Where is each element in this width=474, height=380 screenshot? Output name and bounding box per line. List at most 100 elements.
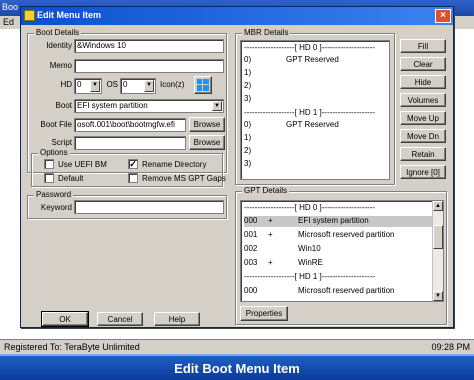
table-row[interactable]: 002 Win10 bbox=[244, 244, 321, 255]
gpt-list[interactable]: -------------------[ HD 0 ]-------------… bbox=[240, 200, 444, 302]
mbr-row-num: 1) bbox=[244, 133, 252, 142]
fill-button[interactable]: Fill bbox=[400, 39, 446, 53]
boot-file-browse-button[interactable]: Browse bbox=[189, 117, 225, 132]
dialog-title-bar[interactable]: Edit Menu Item × bbox=[21, 7, 453, 25]
memo-label: Memo bbox=[49, 61, 72, 70]
mbr-row-num: 0) bbox=[244, 120, 252, 129]
rename-directory-box[interactable]: ✓ bbox=[128, 159, 138, 169]
rename-directory-checkbox[interactable]: ✓ Rename Directory bbox=[128, 159, 206, 169]
mbr-row-num: 1) bbox=[244, 68, 252, 77]
memo-input[interactable] bbox=[74, 59, 224, 73]
remove-ms-gpt-gaps-checkbox[interactable]: Remove MS GPT Gaps bbox=[128, 173, 226, 183]
table-row[interactable]: 003 + WinRE bbox=[244, 258, 323, 269]
windows-icon-button[interactable] bbox=[194, 76, 212, 94]
mbr-row-name: GPT Reserved bbox=[286, 55, 339, 64]
close-icon[interactable]: × bbox=[435, 9, 451, 23]
chevron-down-icon[interactable]: ▼ bbox=[144, 80, 154, 92]
gpt-row-num: 000 bbox=[244, 216, 258, 225]
boot-file-label: Boot File bbox=[40, 120, 72, 129]
gpt-details-group: GPT Details -------------------[ HD 0 ]-… bbox=[235, 186, 447, 325]
list-item[interactable]: 2) bbox=[244, 146, 251, 157]
password-group: Password Keyword bbox=[27, 190, 227, 219]
status-clock: 09:28 PM bbox=[431, 342, 470, 352]
gpt-row-num: 003 bbox=[244, 258, 258, 267]
remove-ms-gpt-gaps-box[interactable] bbox=[128, 173, 138, 183]
mbr-row-num: 0) bbox=[244, 55, 252, 64]
os-value: 0 bbox=[123, 80, 128, 89]
use-uefi-bm-box[interactable] bbox=[44, 159, 54, 169]
move-up-button[interactable]: Move Up bbox=[400, 111, 446, 125]
hide-button[interactable]: Hide bbox=[400, 75, 446, 89]
mbr-row-name: GPT Reserved bbox=[286, 120, 339, 129]
boot-select[interactable]: EFI system partition ▼ bbox=[74, 99, 224, 113]
script-browse-button[interactable]: Browse bbox=[189, 135, 225, 150]
use-uefi-bm-label: Use UEFI BM bbox=[58, 159, 107, 169]
gpt-row-name: Win10 bbox=[298, 244, 321, 253]
keyword-label: Keyword bbox=[40, 203, 72, 212]
gpt-row-num: 002 bbox=[244, 244, 258, 253]
screenshot-caption: Edit Boot Menu Item bbox=[0, 354, 474, 380]
volumes-button[interactable]: Volumes bbox=[400, 93, 446, 107]
chevron-down-icon[interactable]: ▼ bbox=[212, 101, 222, 111]
gpt-row-flag: + bbox=[268, 258, 273, 267]
mbr-row-num: 3) bbox=[244, 159, 252, 168]
scroll-up-icon[interactable]: ▲ bbox=[433, 201, 443, 211]
ok-button[interactable]: OK bbox=[41, 311, 89, 327]
background-menu-edit[interactable]: Ed bbox=[3, 17, 14, 27]
list-item[interactable]: 1) bbox=[244, 68, 251, 79]
boot-value: EFI system partition bbox=[77, 101, 148, 110]
help-button[interactable]: Help bbox=[154, 312, 200, 326]
options-label: Options bbox=[38, 148, 70, 157]
default-box[interactable] bbox=[44, 173, 54, 183]
table-row[interactable]: 000 + EFI system partition bbox=[244, 216, 432, 227]
clear-button[interactable]: Clear bbox=[400, 57, 446, 71]
mbr-details-label: MBR Details bbox=[242, 28, 291, 37]
gpt-row-name: EFI system partition bbox=[298, 216, 369, 225]
gpt-separator-hd0: -------------------[ HD 0 ]-------------… bbox=[244, 203, 376, 212]
move-down-button[interactable]: Move Dn bbox=[400, 129, 446, 143]
scroll-down-icon[interactable]: ▼ bbox=[433, 291, 443, 301]
app-icon bbox=[24, 10, 35, 21]
default-label: Default bbox=[58, 173, 84, 183]
edit-menu-item-dialog: Edit Menu Item × Boot Details Identity &… bbox=[20, 6, 454, 328]
windows-logo-icon bbox=[197, 79, 209, 91]
mbr-separator-hd0: -------------------[ HD 0 ]-------------… bbox=[244, 43, 376, 52]
identity-label: Identity bbox=[46, 41, 72, 50]
chevron-down-icon[interactable]: ▼ bbox=[90, 80, 100, 92]
list-item[interactable]: 1) bbox=[244, 133, 251, 144]
properties-button[interactable]: Properties bbox=[240, 306, 288, 321]
mbr-list[interactable]: -------------------[ HD 0 ]-------------… bbox=[240, 40, 390, 180]
list-item[interactable]: 0) GPT Reserved bbox=[244, 120, 339, 131]
keyword-input[interactable] bbox=[74, 200, 224, 214]
boot-file-input[interactable]: osoft.001\boot\bootmgfw.efi bbox=[74, 118, 186, 132]
scroll-thumb[interactable] bbox=[433, 225, 443, 249]
gpt-scrollbar[interactable]: ▲ ▼ bbox=[432, 201, 443, 301]
password-label: Password bbox=[34, 190, 74, 199]
cancel-button[interactable]: Cancel bbox=[97, 312, 143, 326]
identity-input[interactable]: &Windows 10 bbox=[74, 39, 224, 53]
ignore-button[interactable]: Ignore [0] bbox=[400, 165, 446, 179]
hd-label: HD bbox=[60, 80, 72, 89]
dialog-title: Edit Menu Item bbox=[37, 10, 102, 20]
hd-select[interactable]: 0 ▼ bbox=[74, 78, 102, 94]
default-checkbox[interactable]: Default bbox=[44, 173, 83, 183]
gpt-details-label: GPT Details bbox=[242, 186, 289, 195]
retain-button[interactable]: Retain bbox=[400, 147, 446, 161]
list-item[interactable]: 3) bbox=[244, 94, 251, 105]
list-item[interactable]: 0) GPT Reserved bbox=[244, 55, 339, 66]
table-row[interactable]: 000 Microsoft reserved partition bbox=[244, 286, 394, 297]
status-registered: Registered To: TeraByte Unlimited bbox=[4, 342, 140, 352]
list-item[interactable]: 3) bbox=[244, 159, 251, 170]
options-group: Options Use UEFI BM ✓ Rename Directory D… bbox=[31, 148, 226, 187]
mbr-row-num: 2) bbox=[244, 81, 252, 90]
script-input[interactable] bbox=[74, 136, 186, 150]
rename-directory-label: Rename Directory bbox=[142, 159, 207, 169]
os-select[interactable]: 0 ▼ bbox=[120, 78, 156, 94]
gpt-row-flag: + bbox=[268, 230, 273, 239]
list-item[interactable]: 2) bbox=[244, 81, 251, 92]
table-row[interactable]: 001 + Microsoft reserved partition bbox=[244, 230, 394, 241]
os-label: OS bbox=[106, 80, 118, 89]
gpt-row-num: 001 bbox=[244, 230, 258, 239]
boot-label: Boot bbox=[55, 101, 72, 110]
use-uefi-bm-checkbox[interactable]: Use UEFI BM bbox=[44, 159, 107, 169]
